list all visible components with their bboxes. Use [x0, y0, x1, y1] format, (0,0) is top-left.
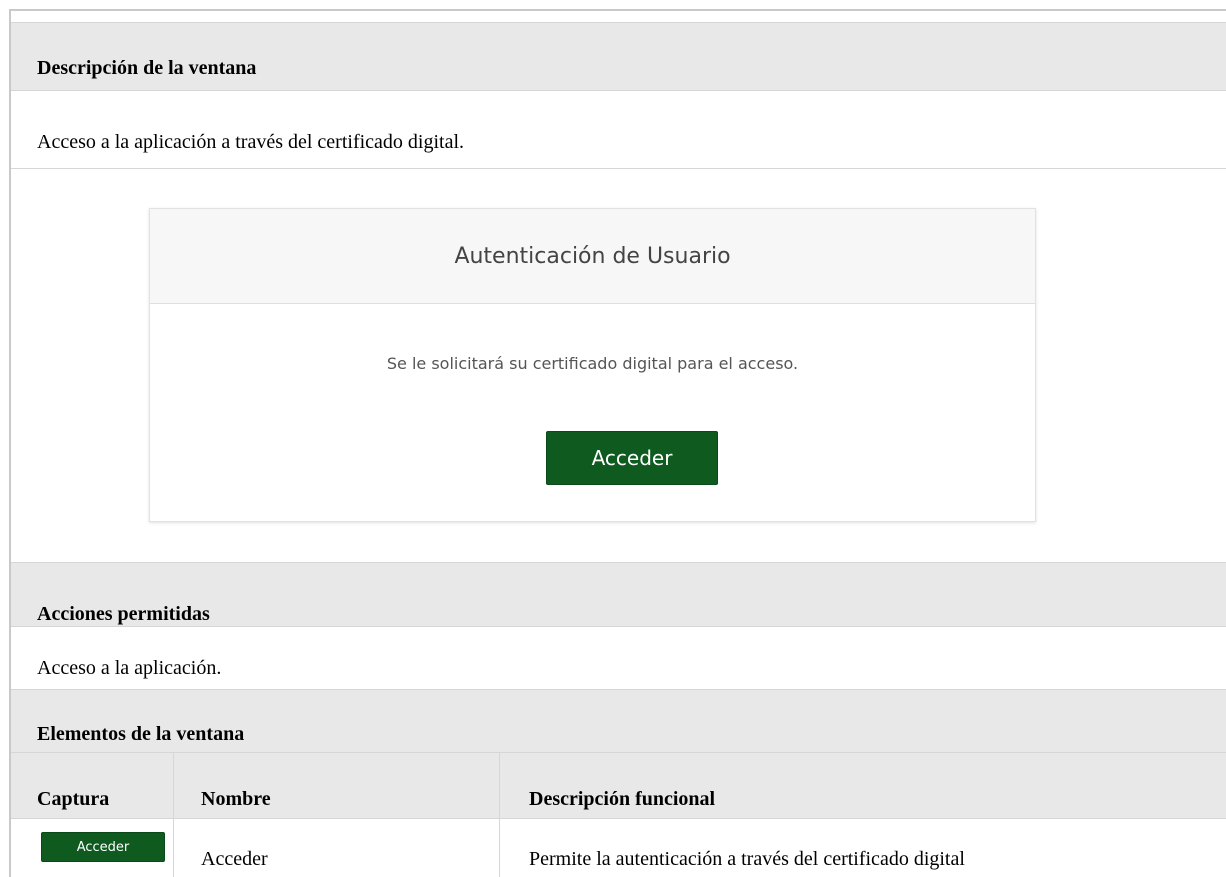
- column-divider: [173, 753, 174, 877]
- description-text: Acceso a la aplicación a través del cert…: [37, 131, 465, 153]
- description-section-header: Descripción de la ventana: [11, 22, 1226, 91]
- login-panel-title: Autenticación de Usuario: [454, 243, 731, 269]
- divider: [11, 168, 1226, 169]
- elements-section-header: Elementos de la ventana: [11, 689, 1226, 753]
- row-description: Permite la autenticación a través del ce…: [529, 848, 965, 870]
- actions-text: Acceso a la aplicación.: [37, 657, 222, 679]
- login-panel: Autenticación de Usuario Se le solicitar…: [149, 208, 1036, 522]
- description-section-title: Descripción de la ventana: [37, 57, 257, 79]
- login-panel-header: Autenticación de Usuario: [150, 209, 1035, 304]
- column-header-name: Nombre: [201, 788, 271, 810]
- column-header-description: Descripción funcional: [529, 788, 716, 810]
- capture-acceder-button-image: Acceder: [41, 832, 165, 862]
- actions-section-title: Acciones permitidas: [37, 603, 210, 625]
- column-header-capture: Captura: [37, 788, 110, 810]
- row-name: Acceder: [201, 848, 268, 870]
- elements-table-header: Captura Nombre Descripción funcional: [11, 753, 1226, 819]
- column-divider: [499, 753, 500, 877]
- login-panel-message: Se le solicitará su certificado digital …: [386, 354, 799, 373]
- elements-section-title: Elementos de la ventana: [37, 723, 245, 745]
- acceder-button[interactable]: Acceder: [546, 431, 718, 485]
- actions-section-header: Acciones permitidas: [11, 562, 1226, 627]
